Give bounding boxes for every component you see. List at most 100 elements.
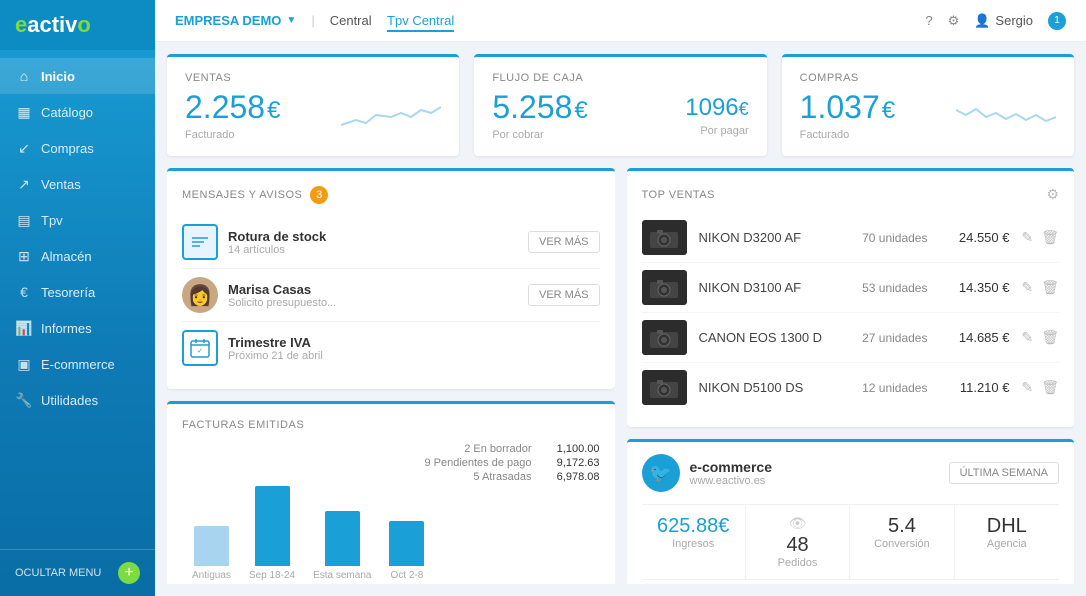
delete-icon-3[interactable]: 🗑 <box>1041 379 1059 396</box>
ecom-ingresos-label: Ingresos <box>650 538 737 550</box>
sidebar-item-label: Tpv <box>41 213 63 228</box>
notification-badge[interactable]: 1 <box>1048 12 1066 30</box>
gear-icon[interactable]: ⚙ <box>948 13 960 29</box>
ecom-info: e-commerce www.eactivo.es <box>690 459 773 487</box>
person-avatar: 👩 <box>182 277 218 313</box>
add-button[interactable]: + <box>118 562 140 584</box>
bar-oct: Oct 2-8 <box>389 521 424 581</box>
ecom-url: www.eactivo.es <box>690 475 773 487</box>
tv-item-2: CANON EOS 1300 D 27 unidades 14.685 € ✎ … <box>642 313 1060 363</box>
sidebar-item-tpv[interactable]: ▤ Tpv <box>0 202 155 238</box>
sidebar: eactivo ⌂ Inicio ▦ Catálogo ↙ Compras ↗ … <box>0 0 155 596</box>
sidebar-item-label: Compras <box>41 141 94 156</box>
message-item-stock: Rotura de stock 14 artículos VER MÁS <box>182 216 600 269</box>
chevron-down-icon: ▼ <box>286 15 296 26</box>
sidebar-item-almacen[interactable]: ⊞ Almacén <box>0 238 155 274</box>
legend-val-1: 1,100.00 <box>540 443 600 455</box>
tv-item-3: NIKON D5100 DS 12 unidades 11.210 € ✎ 🗑 <box>642 363 1060 412</box>
person-ver-mas-button[interactable]: VER MÁS <box>528 284 600 306</box>
kpi-compras-label: COMPRAS <box>800 72 1056 84</box>
nav-tpv-central[interactable]: Tpv Central <box>387 13 454 32</box>
tv-name-3: NIKON D5100 DS <box>699 380 836 395</box>
week-button[interactable]: ÚLTIMA SEMANA <box>949 462 1059 484</box>
tv-price-0: 24.550 € <box>939 230 1009 245</box>
kpi-flujo-value: 5.258€ <box>492 89 587 126</box>
hide-menu-footer[interactable]: OCULTAR MENU + <box>0 549 155 596</box>
edit-icon-0[interactable]: ✎ <box>1021 229 1033 246</box>
sidebar-item-ventas[interactable]: ↗ Ventas <box>0 166 155 202</box>
legend-val-2: 9,172.63 <box>540 457 600 469</box>
tv-thumb-3 <box>642 370 687 405</box>
message-item-calendar: ✓ Trimestre IVA Próximo 21 de abril <box>182 322 600 374</box>
logo-text: eactivo <box>15 12 91 37</box>
bar-oct-rect <box>389 521 424 566</box>
edit-icon-1[interactable]: ✎ <box>1021 279 1033 296</box>
bar-esta-semana-rect <box>325 511 360 566</box>
tv-item-0: NIKON D3200 AF 70 unidades 24.550 € ✎ 🗑 <box>642 213 1060 263</box>
kpi-ventas-label: VENTAS <box>185 72 441 84</box>
delete-icon-1[interactable]: 🗑 <box>1041 279 1059 296</box>
tv-price-1: 14.350 € <box>939 280 1009 295</box>
ecom-stat-ingresos: 625.88€ Ingresos <box>642 505 746 579</box>
sidebar-item-utilidades[interactable]: 🔧 Utilidades <box>0 382 155 418</box>
tv-units-2: 27 unidades <box>847 331 927 345</box>
sidebar-item-inicio[interactable]: ⌂ Inicio <box>0 58 155 94</box>
ecom-agencia-label: Agencia <box>963 538 1051 550</box>
legend-val-3: 6,978.08 <box>540 471 600 483</box>
sidebar-item-catalogo[interactable]: ▦ Catálogo <box>0 94 155 130</box>
tv-units-3: 12 unidades <box>847 381 927 395</box>
calendar-message-body: Trimestre IVA Próximo 21 de abril <box>228 335 600 362</box>
sidebar-item-label: Tesorería <box>41 285 95 300</box>
ventas-sparkline <box>341 95 441 135</box>
kpi-compras-sub: Facturado <box>800 129 895 141</box>
empresa-dropdown[interactable]: EMPRESA DEMO ▼ <box>175 13 296 28</box>
top-ventas-gear-icon[interactable]: ⚙ <box>1046 186 1059 203</box>
ecom-avatar: 🐦 <box>642 454 680 492</box>
sidebar-item-compras[interactable]: ↙ Compras <box>0 130 155 166</box>
tv-thumb-1 <box>642 270 687 305</box>
header-nav: Central Tpv Central <box>330 13 467 28</box>
sidebar-item-tesoreria[interactable]: € Tesorería <box>0 274 155 310</box>
sidebar-item-informes[interactable]: 📊 Informes <box>0 310 155 346</box>
help-icon[interactable]: ? <box>925 13 932 28</box>
sidebar-nav: ⌂ Inicio ▦ Catálogo ↙ Compras ↗ Ventas ▤… <box>0 50 155 549</box>
bar-antiguas: Antiguas <box>192 526 231 581</box>
edit-icon-3[interactable]: ✎ <box>1021 379 1033 396</box>
sidebar-item-label: Catálogo <box>41 105 93 120</box>
logo: eactivo <box>0 0 155 50</box>
invoices-title: FACTURAS EMITIDAS <box>182 419 600 431</box>
warehouse-icon: ⊞ <box>15 247 33 265</box>
stock-ver-mas-button[interactable]: VER MÁS <box>528 231 600 253</box>
ecom-pedidos-label: Pedidos <box>754 557 841 569</box>
invoice-legend-2: 9 Pendientes de pago 9,172.63 <box>424 457 599 469</box>
reports-icon: 📊 <box>15 319 33 337</box>
kpi-row: VENTAS 2.258€ Facturado FLUJO DE CAJA <box>167 54 1074 156</box>
kpi-compras: COMPRAS 1.037€ Facturado <box>782 54 1074 156</box>
ecom-stats: 625.88€ Ingresos 👁 48 Pedidos 5.4 Conver… <box>642 504 1060 580</box>
sidebar-item-ecommerce[interactable]: ▣ E-commerce <box>0 346 155 382</box>
treasury-icon: € <box>15 283 33 301</box>
legend-label-3: 5 Atrasadas <box>473 471 531 483</box>
catalog-icon: ▦ <box>15 103 33 121</box>
ecom-agencia-val: DHL <box>963 515 1051 538</box>
edit-icon-2[interactable]: ✎ <box>1021 329 1033 346</box>
tv-units-0: 70 unidades <box>847 231 927 245</box>
tv-name-0: NIKON D3200 AF <box>699 230 836 245</box>
tpv-icon: ▤ <box>15 211 33 229</box>
sidebar-item-label: Informes <box>41 321 92 336</box>
delete-icon-0[interactable]: 🗑 <box>1041 229 1059 246</box>
kpi-compras-value: 1.037€ <box>800 89 895 126</box>
legend-label-2: 9 Pendientes de pago <box>424 457 531 469</box>
nav-central[interactable]: Central <box>330 13 372 28</box>
tv-actions-0: ✎ 🗑 <box>1021 229 1059 246</box>
sidebar-item-label: Utilidades <box>41 393 98 408</box>
stock-sub: 14 artículos <box>228 244 518 256</box>
kpi-flujo-sub1: Por cobrar <box>492 129 587 141</box>
empresa-label: EMPRESA DEMO <box>175 13 281 28</box>
stock-icon <box>182 224 218 260</box>
ecom-pedidos-val: 48 <box>754 534 841 557</box>
user-menu[interactable]: 👤 Sergio <box>974 13 1033 29</box>
delete-icon-2[interactable]: 🗑 <box>1041 329 1059 346</box>
user-icon: 👤 <box>974 13 990 29</box>
kpi-flujo-label: FLUJO DE CAJA <box>492 72 748 84</box>
